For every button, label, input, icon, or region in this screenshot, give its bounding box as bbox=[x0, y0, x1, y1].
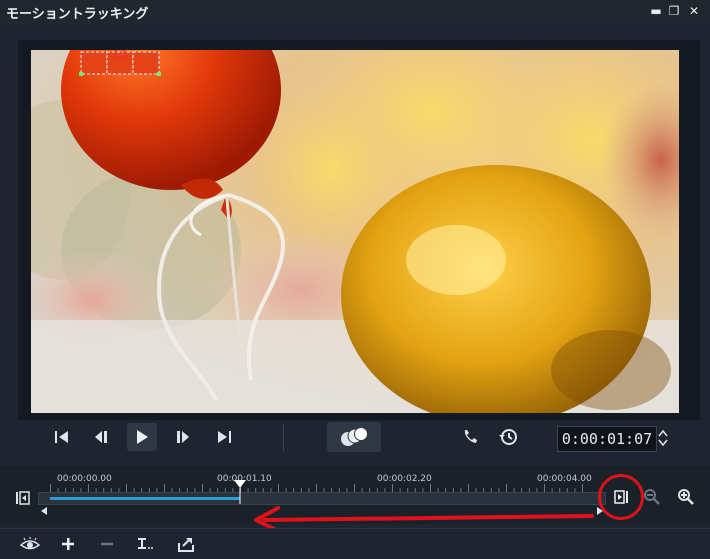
next-frame-icon bbox=[177, 431, 189, 443]
ruler-tick bbox=[392, 484, 393, 492]
export-icon bbox=[178, 538, 194, 552]
ruler-label: 00:00:00.00 bbox=[57, 474, 112, 484]
zoom-out-button[interactable] bbox=[642, 487, 662, 507]
video-frame-image bbox=[31, 50, 679, 413]
go-to-start-icon bbox=[55, 431, 68, 443]
ruler-tick bbox=[354, 484, 355, 492]
zoom-in-button[interactable] bbox=[676, 487, 696, 507]
export-button[interactable] bbox=[176, 534, 196, 554]
ruler-tick bbox=[506, 484, 507, 492]
track-multiple-icon bbox=[341, 427, 368, 446]
track-call-icon bbox=[464, 430, 477, 443]
go-to-end-icon bbox=[218, 431, 231, 443]
previous-frame-button[interactable] bbox=[86, 423, 116, 451]
ruler-tick bbox=[278, 484, 279, 492]
video-preview[interactable] bbox=[31, 50, 679, 413]
ruler-tick bbox=[88, 484, 89, 492]
view-button[interactable] bbox=[20, 534, 40, 554]
timecode-spinner[interactable] bbox=[658, 428, 668, 448]
restore-button[interactable]: ❐ bbox=[666, 3, 682, 19]
window-titlebar: モーショントラッキング ▬ ❐ ✕ bbox=[0, 0, 710, 24]
playhead-marker[interactable] bbox=[232, 476, 248, 504]
tracking-type-icon bbox=[138, 538, 153, 549]
annotation-circle bbox=[598, 474, 644, 520]
jump-to-start-icon bbox=[16, 491, 30, 505]
next-frame-button[interactable] bbox=[168, 423, 198, 451]
timecode-display[interactable]: 0:00:01:07 bbox=[557, 426, 657, 452]
trim-start-handle[interactable] bbox=[40, 506, 48, 516]
remove-icon bbox=[101, 542, 113, 546]
play-icon bbox=[137, 430, 148, 444]
ruler-tick bbox=[202, 484, 203, 492]
minimize-button[interactable]: ▬ bbox=[648, 3, 664, 19]
track-multiple-button[interactable] bbox=[327, 422, 381, 452]
ruler-tick bbox=[544, 484, 545, 492]
tracking-box[interactable] bbox=[79, 50, 161, 76]
go-to-end-button[interactable] bbox=[209, 423, 239, 451]
ruler-label: 00:00:02.20 bbox=[377, 474, 432, 484]
window-title: モーショントラッキング bbox=[6, 7, 149, 22]
close-button[interactable]: ✕ bbox=[686, 3, 702, 19]
history-button[interactable] bbox=[493, 423, 523, 451]
ruler-tick bbox=[468, 484, 469, 492]
track-call-button[interactable] bbox=[456, 423, 486, 451]
timeline-start-button[interactable] bbox=[12, 488, 32, 508]
add-tracker-button[interactable] bbox=[58, 534, 78, 554]
timeline-ruler bbox=[50, 484, 583, 492]
ruler-tick bbox=[164, 484, 165, 492]
go-to-start-button[interactable] bbox=[47, 423, 77, 451]
ruler-tick bbox=[430, 484, 431, 492]
ruler-label: 00:00:04.00 bbox=[537, 474, 592, 484]
ruler-tick bbox=[582, 484, 583, 492]
history-icon bbox=[499, 429, 517, 445]
previous-frame-icon bbox=[95, 431, 107, 443]
zoom-out-icon bbox=[644, 489, 660, 505]
controls-separator bbox=[283, 424, 284, 452]
tracked-progress-bar bbox=[50, 497, 240, 500]
play-button[interactable] bbox=[127, 423, 157, 451]
ruler-tick bbox=[126, 484, 127, 492]
add-icon bbox=[62, 538, 74, 550]
zoom-in-icon bbox=[678, 489, 694, 505]
tracking-type-button[interactable] bbox=[136, 534, 156, 554]
remove-tracker-button[interactable] bbox=[97, 534, 117, 554]
ruler-tick bbox=[50, 484, 51, 492]
view-icon bbox=[20, 537, 40, 550]
ruler-tick bbox=[316, 484, 317, 492]
